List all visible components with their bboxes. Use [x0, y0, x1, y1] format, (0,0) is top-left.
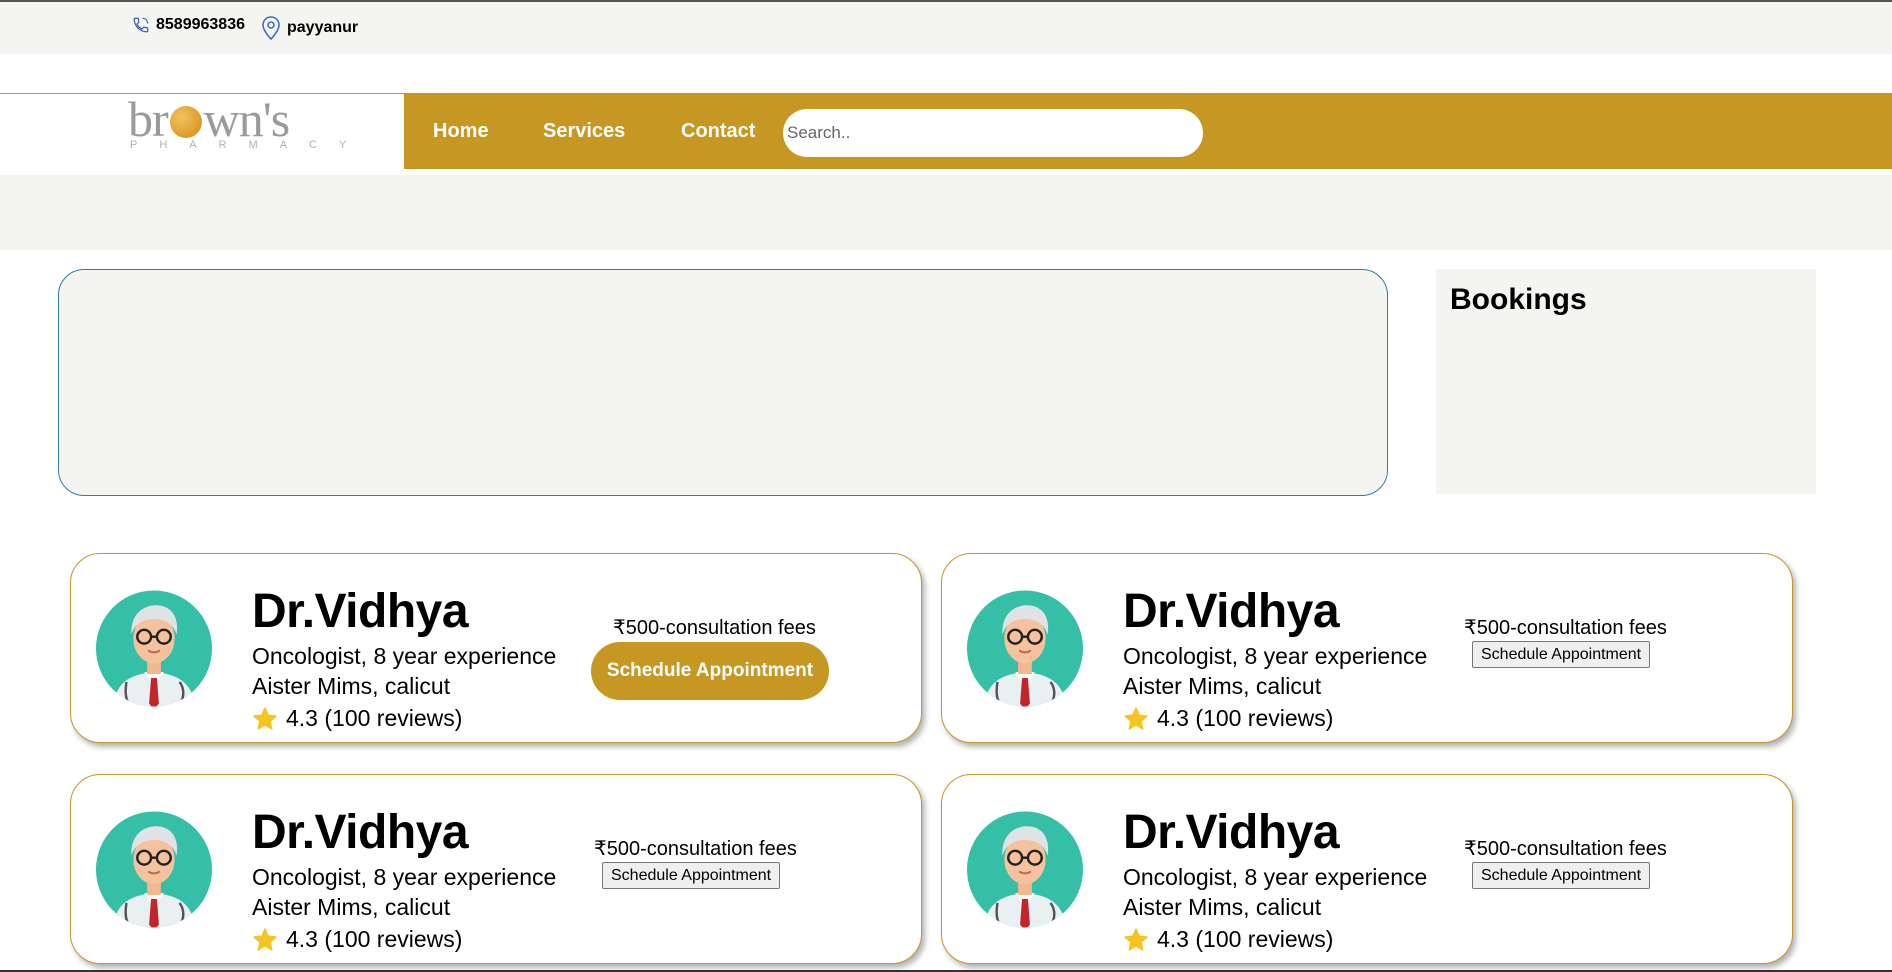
map-pin-icon — [262, 16, 280, 40]
doctor-name: Dr.Vidhya — [1123, 585, 1340, 638]
logo-wordmark: br wn's — [128, 94, 290, 144]
doctor-rating: 4.3 (100 reviews) — [252, 705, 462, 732]
doctor-avatar-icon — [95, 587, 213, 710]
consultation-fee: ₹500-consultation fees — [1464, 838, 1667, 860]
rating-text: 4.3 (100 reviews) — [286, 926, 463, 952]
logo-tagline: PHARMACY — [130, 139, 369, 151]
rating-text: 4.3 (100 reviews) — [286, 705, 463, 731]
doctor-specialty: Oncologist, 8 year experience — [1123, 643, 1428, 669]
location-name: payyanur — [287, 19, 359, 36]
doctor-hospital: Aister Mims, calicut — [1123, 894, 1322, 920]
nav-contact[interactable]: Contact — [681, 120, 755, 143]
doctor-specialty: Oncologist, 8 year experience — [252, 643, 557, 669]
logo-orb-icon — [169, 106, 202, 138]
nav-home[interactable]: Home — [433, 120, 489, 143]
doctor-avatar-icon — [966, 808, 1084, 931]
phone-contact[interactable]: 8589963836 — [132, 16, 245, 34]
doctor-card: Dr.Vidhya Oncologist, 8 year experience … — [70, 774, 922, 964]
location-contact[interactable]: payyanur — [261, 16, 358, 40]
doctor-card: Dr.Vidhya Oncologist, 8 year experience … — [941, 774, 1793, 964]
contact-bar: 8589963836 payyanur — [0, 2, 1892, 54]
search-input[interactable] — [783, 109, 1203, 157]
star-icon — [1123, 927, 1149, 953]
star-icon — [252, 927, 278, 953]
doctor-hospital: Aister Mims, calicut — [252, 894, 451, 920]
doctor-hospital: Aister Mims, calicut — [1123, 673, 1322, 699]
schedule-appointment-button[interactable]: Schedule Appointment — [602, 862, 781, 889]
header-band — [0, 175, 1892, 250]
star-icon — [252, 706, 278, 732]
doctor-specialty: Oncologist, 8 year experience — [252, 864, 557, 890]
doctor-rating: 4.3 (100 reviews) — [1123, 705, 1333, 732]
banner-panel — [58, 269, 1388, 496]
doctor-name: Dr.Vidhya — [1123, 806, 1340, 859]
doctor-card: Dr.Vidhya Oncologist, 8 year experience … — [941, 553, 1793, 743]
phone-number: 8589963836 — [156, 16, 245, 33]
site-header: br wn's PHARMACY Home Services Contact — [0, 93, 1892, 175]
phone-icon — [133, 17, 149, 33]
schedule-appointment-button[interactable]: Schedule Appointment — [1472, 862, 1651, 889]
consultation-fee: ₹500-consultation fees — [613, 617, 816, 639]
bookings-panel: Bookings — [1436, 269, 1816, 494]
star-icon — [1123, 706, 1149, 732]
page: 8589963836 payyanur br wn's PHARMACY Home… — [0, 0, 1892, 972]
doctor-hospital: Aister Mims, calicut — [252, 673, 451, 699]
main-nav: Home Services Contact — [404, 93, 1892, 169]
doctor-avatar-icon — [966, 587, 1084, 710]
rating-text: 4.3 (100 reviews) — [1157, 705, 1334, 731]
doctor-name: Dr.Vidhya — [252, 806, 469, 859]
doctor-rating: 4.3 (100 reviews) — [1123, 926, 1333, 953]
doctor-avatar-icon — [95, 808, 213, 931]
doctor-name: Dr.Vidhya — [252, 585, 469, 638]
doctor-rating: 4.3 (100 reviews) — [252, 926, 462, 953]
rating-text: 4.3 (100 reviews) — [1157, 926, 1334, 952]
schedule-appointment-button[interactable]: Schedule Appointment — [591, 642, 829, 700]
doctor-card: Dr.Vidhya Oncologist, 8 year experience … — [70, 553, 922, 743]
bookings-title: Bookings — [1450, 283, 1587, 316]
schedule-appointment-button[interactable]: Schedule Appointment — [1472, 641, 1651, 668]
nav-services[interactable]: Services — [543, 120, 625, 143]
logo[interactable]: br wn's PHARMACY — [0, 93, 404, 175]
doctor-specialty: Oncologist, 8 year experience — [1123, 864, 1428, 890]
consultation-fee: ₹500-consultation fees — [594, 838, 797, 860]
consultation-fee: ₹500-consultation fees — [1464, 617, 1667, 639]
